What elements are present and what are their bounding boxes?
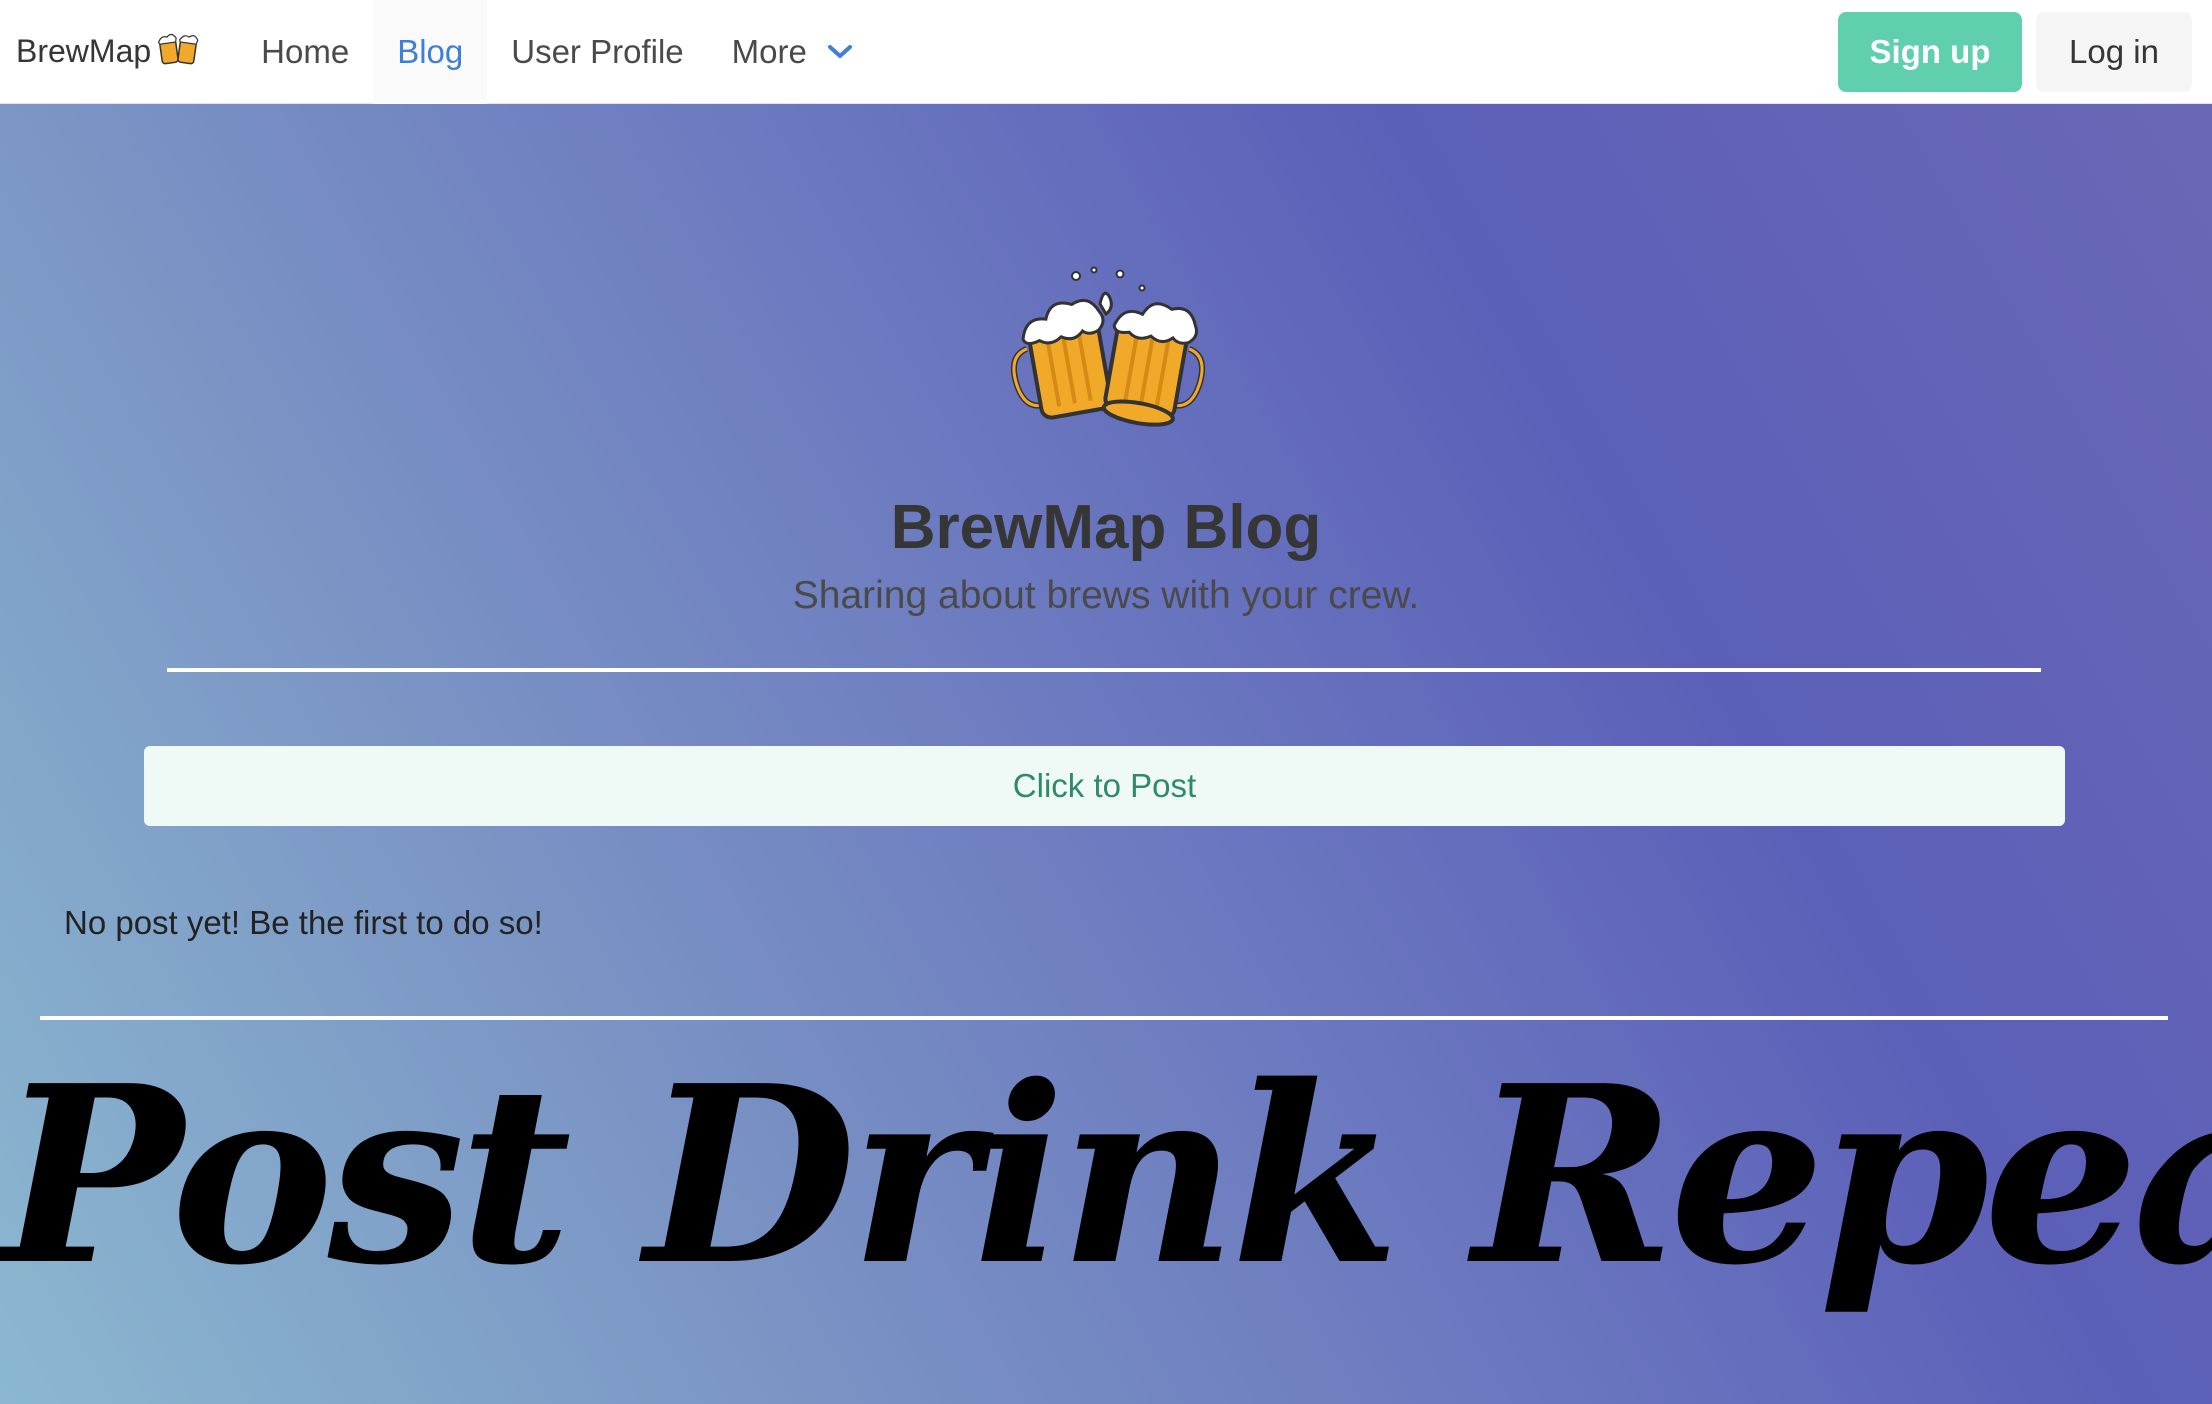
click-to-post-button[interactable]: Click to Post bbox=[144, 746, 2065, 826]
brand-link[interactable]: BrewMap bbox=[0, 0, 237, 104]
slogan-text: Post Drink Repeat bbox=[0, 1032, 2212, 1319]
empty-posts-message: No post yet! Be the first to do so! bbox=[64, 904, 543, 941]
signup-button[interactable]: Sign up bbox=[1838, 11, 2022, 92]
brand-name: BrewMap bbox=[16, 33, 152, 69]
divider-bottom bbox=[40, 1016, 2168, 1020]
chevron-down-icon bbox=[827, 43, 853, 61]
beer-mugs-icon bbox=[1008, 264, 1208, 434]
page-title: BrewMap Blog bbox=[890, 493, 1322, 562]
top-navbar: BrewMap Home Blog User Profile More Sign… bbox=[0, 0, 2212, 104]
nav-home-label: Home bbox=[261, 32, 350, 70]
nav-more-dropdown[interactable]: More bbox=[708, 0, 877, 104]
blog-hero: BrewMap Blog Sharing about brews with yo… bbox=[0, 104, 2212, 1404]
nav-user-profile-label: User Profile bbox=[511, 32, 684, 70]
nav-blog-label: Blog bbox=[397, 32, 464, 70]
login-button[interactable]: Log in bbox=[2036, 11, 2192, 92]
nav-blog[interactable]: Blog bbox=[373, 0, 488, 104]
beer-mugs-icon bbox=[157, 29, 201, 75]
page-subtitle: Sharing about brews with your crew. bbox=[792, 574, 1420, 617]
divider-top bbox=[167, 668, 2041, 672]
nav-user-profile[interactable]: User Profile bbox=[487, 0, 707, 104]
nav-home[interactable]: Home bbox=[237, 0, 373, 104]
nav-more-label: More bbox=[731, 32, 807, 70]
